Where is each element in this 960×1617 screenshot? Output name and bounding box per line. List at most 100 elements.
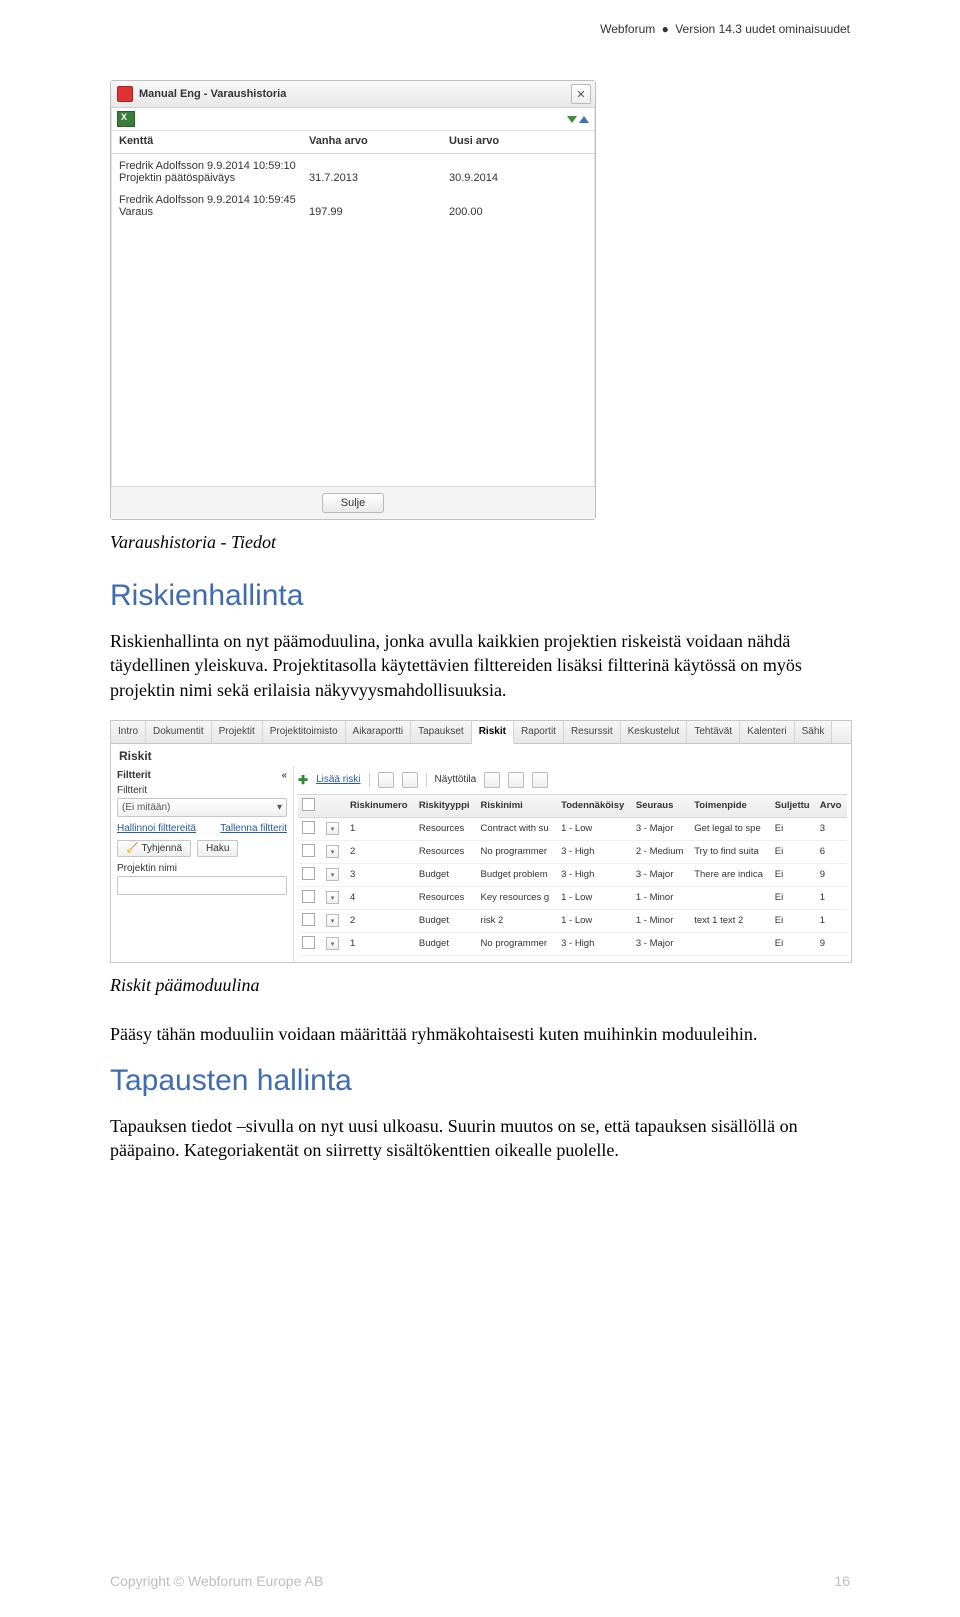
tab-projektitoimisto[interactable]: Projektitoimisto [263, 721, 346, 743]
view-grid-icon[interactable] [508, 772, 524, 788]
dialog-toolbar [111, 108, 595, 131]
project-name-input[interactable] [117, 876, 287, 895]
cell-num: 4 [346, 886, 415, 909]
entry-field: Varaus [119, 206, 309, 218]
risk-table: Riskinumero Riskityyppi Riskinimi Todenn… [298, 794, 847, 956]
cell-prob: 3 - High [557, 840, 632, 863]
row-checkbox[interactable] [302, 867, 315, 880]
tab-dokumentit[interactable]: Dokumentit [146, 721, 212, 743]
cell-action [690, 932, 771, 955]
row-expand-icon[interactable]: ▾ [326, 891, 339, 904]
cell-value: 9 [816, 863, 847, 886]
table-row[interactable]: ▾2Budgetrisk 21 - Low1 - Minortext 1 tex… [298, 909, 847, 932]
panel-title: Riskit [111, 744, 851, 766]
chevron-down-icon: ▾ [277, 802, 282, 813]
tab-resurssit[interactable]: Resurssit [564, 721, 621, 743]
table-row[interactable]: ▾1ResourcesContract with su1 - Low3 - Ma… [298, 817, 847, 840]
tab-sahk[interactable]: Sähk [795, 721, 833, 743]
cell-value: 9 [816, 932, 847, 955]
cell-value: 3 [816, 817, 847, 840]
tool-icon[interactable] [378, 772, 394, 788]
view-list-icon[interactable] [484, 772, 500, 788]
search-label: Haku [206, 843, 229, 854]
cell-action: text 1 text 2 [690, 909, 771, 932]
tab-raportit[interactable]: Raportit [514, 721, 564, 743]
section-heading-riskienhallinta: Riskienhallinta [110, 579, 850, 613]
select-all-checkbox[interactable] [302, 798, 315, 811]
tab-kalenteri[interactable]: Kalenteri [740, 721, 794, 743]
excel-export-icon[interactable] [117, 111, 135, 127]
tab-aikaraportti[interactable]: Aikaraportti [346, 721, 412, 743]
cell-name: No programmer [477, 932, 558, 955]
row-checkbox[interactable] [302, 890, 315, 903]
th-closed[interactable]: Suljettu [771, 794, 816, 817]
manage-filters-link[interactable]: Hallinnoi filttereitä [117, 823, 196, 834]
cell-value: 1 [816, 909, 847, 932]
tab-tapaukset[interactable]: Tapaukset [411, 721, 472, 743]
row-checkbox[interactable] [302, 844, 315, 857]
tab-projektit[interactable]: Projektit [212, 721, 263, 743]
th-prob[interactable]: Todennäköisy [557, 794, 632, 817]
module-tabs: Intro Dokumentit Projektit Projektitoimi… [111, 721, 851, 744]
plus-icon[interactable]: ✚ [298, 773, 308, 787]
save-filters-link[interactable]: Tallenna filtterit [220, 823, 287, 834]
entry-meta: Fredrik Adolfsson 9.9.2014 10:59:45 [119, 194, 587, 206]
arrow-down-icon[interactable] [567, 116, 577, 123]
table-header-row: Riskinumero Riskityyppi Riskinimi Todenn… [298, 794, 847, 817]
history-entry: Fredrik Adolfsson 9.9.2014 10:59:45 Vara… [119, 194, 587, 218]
tool-icon[interactable] [402, 772, 418, 788]
page-footer: Copyright © Webforum Europe AB 16 [0, 1573, 960, 1589]
table-row[interactable]: ▾3BudgetBudget problem3 - High3 - MajorT… [298, 863, 847, 886]
dialog-body: Fredrik Adolfsson 9.9.2014 10:59:10 Proj… [111, 154, 595, 486]
th-type[interactable]: Riskityyppi [415, 794, 477, 817]
arrow-up-icon[interactable] [579, 116, 589, 123]
row-checkbox[interactable] [302, 821, 315, 834]
table-row[interactable]: ▾4ResourcesKey resources g1 - Low1 - Min… [298, 886, 847, 909]
close-button[interactable]: Sulje [322, 493, 384, 513]
th-num[interactable]: Riskinumero [346, 794, 415, 817]
row-expand-icon[interactable]: ▾ [326, 937, 339, 950]
figure-caption: Varaushistoria - Tiedot [110, 532, 850, 553]
entry-meta: Fredrik Adolfsson 9.9.2014 10:59:10 [119, 160, 587, 172]
search-button[interactable]: Haku [197, 840, 238, 857]
th-value[interactable]: Arvo [816, 794, 847, 817]
cell-action: Get legal to spe [690, 817, 771, 840]
sort-icons [567, 116, 589, 123]
filters-label2: Filtterit [117, 785, 287, 796]
riskit-module: Intro Dokumentit Projektit Projektitoimi… [110, 720, 852, 963]
add-risk-link[interactable]: Lisää riski [316, 774, 360, 785]
cell-type: Resources [415, 840, 477, 863]
dialog-titlebar: Manual Eng - Varaushistoria ✕ [111, 81, 595, 108]
row-expand-icon[interactable]: ▾ [326, 868, 339, 881]
row-expand-icon[interactable]: ▾ [326, 914, 339, 927]
tab-keskustelut[interactable]: Keskustelut [621, 721, 688, 743]
cell-num: 3 [346, 863, 415, 886]
cell-cons: 3 - Major [632, 863, 690, 886]
tab-riskit[interactable]: Riskit [472, 721, 514, 744]
view-chart-icon[interactable] [532, 772, 548, 788]
row-checkbox[interactable] [302, 936, 315, 949]
row-expand-icon[interactable]: ▾ [326, 822, 339, 835]
cell-prob: 3 - High [557, 932, 632, 955]
th-cons[interactable]: Seuraus [632, 794, 690, 817]
cell-cons: 3 - Major [632, 932, 690, 955]
section-body: Tapauksen tiedot –sivulla on nyt uusi ul… [110, 1114, 850, 1163]
clear-label: Tyhjennä [141, 843, 182, 854]
tab-intro[interactable]: Intro [111, 721, 146, 743]
close-icon[interactable]: ✕ [571, 84, 591, 104]
row-checkbox[interactable] [302, 913, 315, 926]
table-row[interactable]: ▾1BudgetNo programmer3 - High3 - MajorEi… [298, 932, 847, 955]
table-row[interactable]: ▾2ResourcesNo programmer3 - High2 - Medi… [298, 840, 847, 863]
cell-closed: Ei [771, 863, 816, 886]
clear-button[interactable]: 🧹 Tyhjennä [117, 840, 191, 857]
th-name[interactable]: Riskinimi [477, 794, 558, 817]
cell-action [690, 886, 771, 909]
cell-num: 2 [346, 909, 415, 932]
dialog-column-header: Kenttä Vanha arvo Uusi arvo [111, 131, 595, 154]
tab-tehtavat[interactable]: Tehtävät [687, 721, 740, 743]
collapse-icon[interactable]: « [281, 770, 287, 781]
filter-select[interactable]: (Ei mitään) ▾ [117, 798, 287, 817]
grid-toolbar: ✚ Lisää riski Näyttötila [298, 770, 847, 794]
th-action[interactable]: Toimenpide [690, 794, 771, 817]
row-expand-icon[interactable]: ▾ [326, 845, 339, 858]
